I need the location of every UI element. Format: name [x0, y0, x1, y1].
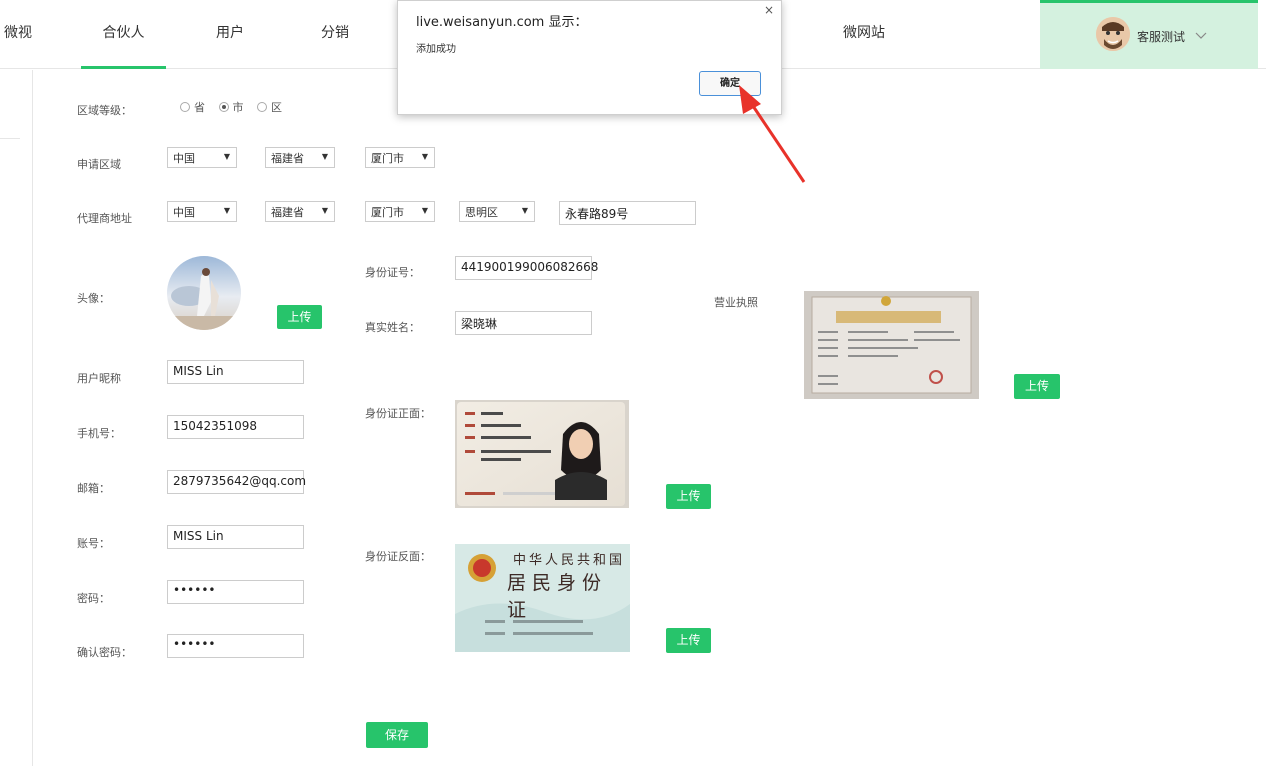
email-label: 邮箱：	[77, 482, 110, 495]
red-arrow-annotation-icon	[739, 85, 806, 183]
account-label: 账号：	[77, 537, 110, 550]
dialog-title: live.weisanyun.com 显示：	[416, 15, 588, 30]
radio-province-label: 省	[194, 101, 205, 114]
id-back-upload-button[interactable]: 上传	[666, 628, 711, 653]
nav-item-weishi[interactable]: 微视	[0, 0, 36, 69]
dropdown-arrow-icon: ▼	[421, 206, 428, 215]
id-back-label: 身份证反面：	[365, 550, 431, 563]
phone-label: 手机号：	[77, 427, 121, 440]
user-avatar	[1096, 17, 1130, 51]
nav-item-partner[interactable]: 合伙人	[81, 0, 166, 69]
apply-province-select[interactable]: 福建省 ▼	[265, 147, 335, 168]
dropdown-arrow-icon: ▼	[421, 152, 428, 161]
apply-country-select[interactable]: 中国 ▼	[167, 147, 237, 168]
nav-item-microsite[interactable]: 微网站	[832, 0, 896, 69]
dropdown-arrow-icon: ▼	[321, 206, 328, 215]
avatar-image	[167, 256, 241, 330]
radio-province[interactable]: 省	[180, 99, 205, 115]
street-address-input[interactable]: 永春路89号	[559, 201, 696, 225]
agent-province-value: 福建省	[271, 206, 304, 219]
agent-city-value: 厦门市	[371, 206, 404, 219]
dropdown-arrow-icon: ▼	[223, 206, 230, 215]
id-number-input[interactable]: 441900199006082668	[455, 256, 598, 280]
close-icon[interactable]: ×	[764, 3, 774, 17]
radio-city-label: 市	[232, 101, 244, 114]
id-back-image: 中华人民共和国 居民身份证	[455, 544, 630, 652]
user-name: 客服测试	[1137, 30, 1186, 44]
id-front-upload-button[interactable]: 上传	[666, 484, 711, 509]
nav-item-users[interactable]: 用户	[200, 0, 260, 69]
agent-province-select[interactable]: 福建省 ▼	[265, 201, 335, 222]
id-front-label: 身份证正面：	[365, 407, 431, 420]
id-back-title-small: 中华人民共和国	[513, 553, 626, 568]
save-button[interactable]: 保存	[366, 722, 428, 748]
agent-country-select[interactable]: 中国 ▼	[167, 201, 237, 222]
email-input[interactable]: 2879735642@qq.com	[167, 470, 306, 494]
agent-district-select[interactable]: 思明区 ▼	[459, 201, 535, 222]
real-name-label: 真实姓名：	[365, 321, 420, 334]
user-menu[interactable]: 客服测试	[1040, 0, 1258, 69]
dropdown-arrow-icon: ▼	[521, 206, 528, 215]
avatar-upload-button[interactable]: 上传	[277, 305, 322, 329]
nickname-label: 用户昵称	[77, 372, 121, 385]
radio-icon	[257, 102, 267, 112]
phone-input[interactable]: 15042351098	[167, 415, 304, 439]
nickname-input[interactable]: MISS Lin	[167, 360, 304, 384]
id-back-title-large: 居民身份证	[507, 572, 608, 621]
id-front-image	[455, 400, 629, 508]
confirm-password-input[interactable]: ••••••	[167, 634, 304, 658]
confirm-password-label: 确认密码：	[77, 646, 132, 659]
dropdown-arrow-icon: ▼	[223, 152, 230, 161]
apply-region-label: 申请区域	[77, 158, 121, 171]
id-number-label: 身份证号：	[365, 266, 420, 279]
business-license-label: 营业执照	[714, 296, 758, 309]
agent-address-label: 代理商地址	[77, 212, 132, 225]
apply-city-value: 厦门市	[371, 152, 404, 165]
license-upload-button[interactable]: 上传	[1014, 374, 1060, 399]
region-level-radios: 省 市 区	[180, 99, 292, 115]
radio-icon	[180, 102, 190, 112]
agent-country-value: 中国	[173, 206, 195, 219]
chevron-down-icon	[1194, 27, 1208, 41]
nav-item-distribution[interactable]: 分销	[305, 0, 365, 69]
radio-city[interactable]: 市	[218, 99, 244, 115]
dropdown-arrow-icon: ▼	[321, 152, 328, 161]
radio-district-label: 区	[271, 101, 282, 114]
account-input[interactable]: MISS Lin	[167, 525, 304, 549]
avatar-label: 头像：	[77, 292, 110, 305]
dialog-message: 添加成功	[416, 44, 456, 55]
real-name-input[interactable]: 梁晓琳	[455, 311, 592, 335]
sidebar-divider	[32, 70, 33, 766]
apply-country-value: 中国	[173, 152, 195, 165]
radio-district[interactable]: 区	[257, 99, 282, 115]
agent-city-select[interactable]: 厦门市 ▼	[365, 201, 435, 222]
password-label: 密码：	[77, 592, 110, 605]
business-license-image	[804, 291, 979, 399]
sidebar-tick	[0, 138, 20, 139]
agent-district-value: 思明区	[465, 206, 498, 219]
radio-checked-icon	[218, 102, 229, 112]
apply-province-value: 福建省	[271, 152, 304, 165]
password-input[interactable]: ••••••	[167, 580, 304, 604]
apply-city-select[interactable]: 厦门市 ▼	[365, 147, 435, 168]
region-level-label: 区域等级：	[77, 104, 132, 117]
alert-dialog: live.weisanyun.com 显示： × 添加成功 确定	[397, 0, 782, 115]
